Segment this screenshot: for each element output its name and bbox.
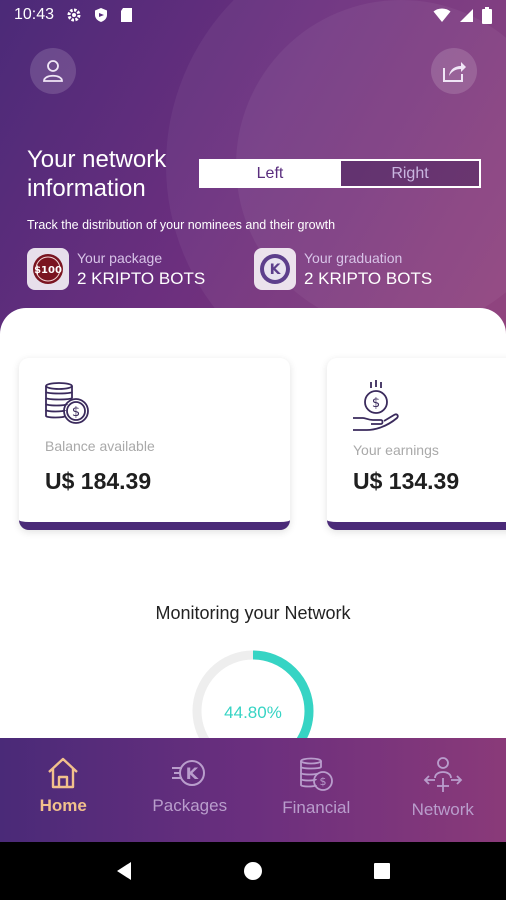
main-content: $ Balance available U$ 184.39 $ Your ear… (0, 308, 506, 772)
back-icon[interactable] (115, 861, 133, 881)
earnings-value: U$ 134.39 (353, 468, 460, 494)
hero-subtitle: Track the distribution of your nominees … (27, 218, 336, 232)
balance-label: Balance available (45, 438, 155, 454)
balance-value: U$ 184.39 (45, 468, 152, 494)
battery-icon (482, 6, 492, 24)
left-right-toggle[interactable]: Left Right (199, 159, 481, 188)
profile-button[interactable] (30, 48, 76, 94)
sd-card-icon (121, 8, 133, 22)
user-icon (43, 60, 63, 82)
financial-icon: $ (300, 757, 334, 791)
network-icon (423, 757, 463, 792)
shield-icon (95, 8, 108, 22)
share-button[interactable] (431, 48, 477, 94)
nav-home[interactable]: Home (0, 738, 127, 842)
gauge-percent-text: 44.80% (224, 703, 282, 722)
graduation-badge-text: K (270, 262, 282, 278)
nav-packages[interactable]: K Packages (127, 738, 254, 842)
packages-icon: K (171, 760, 205, 786)
svg-text:K: K (186, 764, 199, 783)
earnings-label: Your earnings (353, 442, 439, 458)
nav-network[interactable]: Network (380, 738, 506, 842)
nav-label: Network (411, 800, 474, 819)
share-icon (443, 62, 466, 82)
svg-text:$: $ (320, 775, 327, 788)
monitoring-title: Monitoring your Network (155, 603, 351, 623)
package-label: Your package (77, 249, 163, 266)
package-badge-icon: $100 (27, 248, 69, 290)
package-value: 2 KRIPTO BOTS (77, 268, 206, 288)
nav-financial[interactable]: $ Financial (253, 738, 380, 842)
earnings-card[interactable]: $ Your earnings U$ 134.39 (327, 358, 506, 530)
home-circle-icon[interactable] (243, 861, 263, 881)
graduation-info: K Your graduation 2 KRIPTO BOTS (254, 248, 432, 290)
graduation-badge-icon: K (254, 248, 296, 290)
status-time: 10:43 (14, 6, 55, 23)
toggle-left-option[interactable]: Left (201, 161, 339, 186)
home-icon (48, 757, 79, 789)
recents-icon[interactable] (373, 862, 391, 880)
nav-label: Home (39, 796, 87, 815)
toggle-right-option[interactable]: Right (339, 161, 479, 186)
system-navigation-bar (0, 842, 506, 900)
wifi-icon (433, 8, 451, 22)
package-info: $100 Your package 2 KRIPTO BOTS (27, 248, 205, 290)
package-badge-text: $100 (34, 265, 62, 276)
svg-text:$: $ (372, 396, 380, 411)
balance-card[interactable]: $ Balance available U$ 184.39 (19, 358, 290, 530)
coins-icon: $ (45, 382, 89, 424)
hand-coin-icon: $ (353, 380, 399, 431)
bottom-navigation: Home K Packages $ Financial Network (0, 738, 506, 842)
graduation-value: 2 KRIPTO BOTS (304, 268, 433, 288)
page-title: Your network information (27, 146, 167, 202)
status-bar: 10:43 (0, 0, 506, 30)
settings-gear-icon (67, 8, 81, 22)
nav-label: Packages (152, 796, 228, 815)
svg-text:$: $ (72, 405, 80, 420)
nav-label: Financial (282, 798, 351, 817)
graduation-label: Your graduation (304, 249, 403, 266)
cellular-signal-icon (460, 8, 473, 22)
